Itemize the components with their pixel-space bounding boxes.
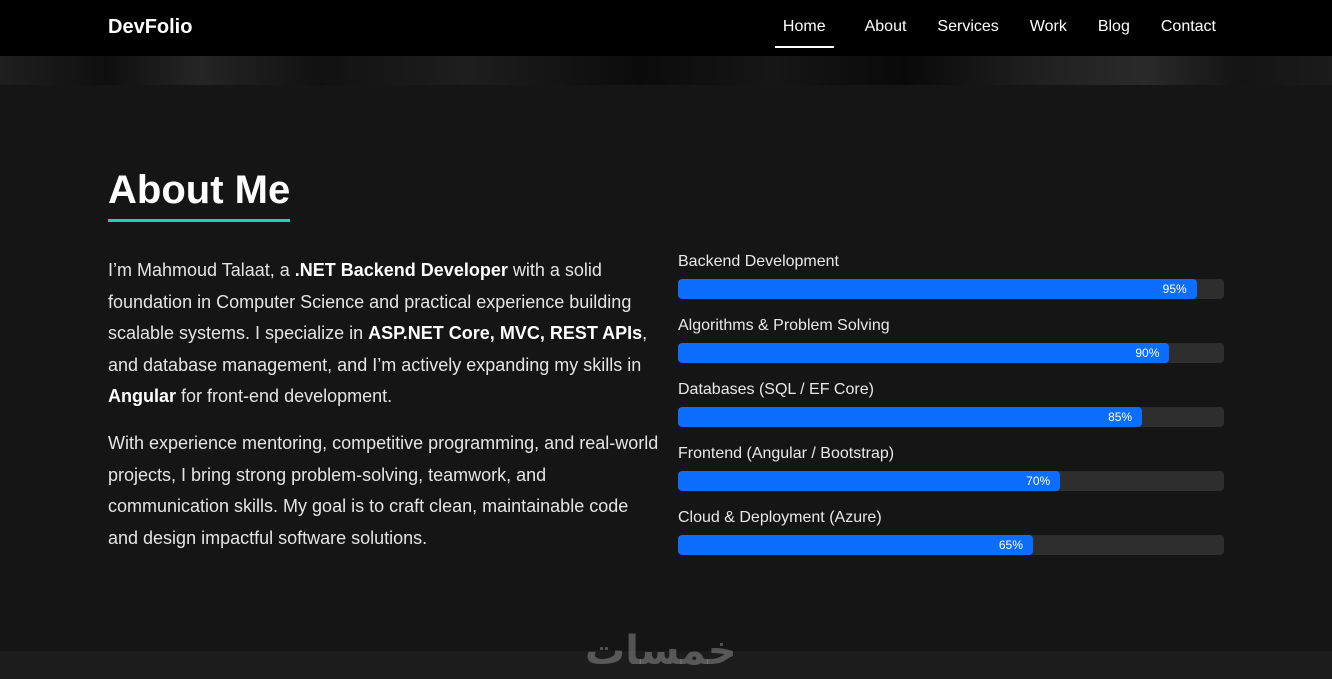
skill-name: Backend Development <box>678 253 839 270</box>
skill-item: Cloud & Deployment (Azure) 65% <box>678 508 1224 572</box>
skill-item: Backend Development 95% <box>678 252 1224 316</box>
nav-links: Home About Services Work Blog Contact <box>744 0 1216 56</box>
progress-track: 65% <box>678 535 1224 555</box>
highlight-angular: Angular <box>108 386 177 407</box>
nav-link-about[interactable]: About <box>865 0 907 48</box>
progress-track: 85% <box>678 407 1224 427</box>
about-text-run: for front-end development. <box>176 386 393 407</box>
nav-link-contact[interactable]: Contact <box>1161 0 1216 48</box>
skill-name: Frontend (Angular / Bootstrap) <box>678 445 895 462</box>
highlight-tech: ASP.NET Core, MVC, REST APIs <box>368 323 643 344</box>
skills-list: Backend Development 95% Algorithms & Pro… <box>678 252 1224 572</box>
progress-track: 70% <box>678 471 1224 491</box>
progress-track: 95% <box>678 279 1224 299</box>
nav-link-blog[interactable]: Blog <box>1098 0 1130 48</box>
skill-item: Databases (SQL / EF Core) 85% <box>678 380 1224 444</box>
skill-name: Algorithms & Problem Solving <box>678 317 890 334</box>
skill-item: Frontend (Angular / Bootstrap) 70% <box>678 444 1224 508</box>
nav-link-services[interactable]: Services <box>937 0 998 48</box>
about-text-run: I’m Mahmoud Talaat, a <box>108 260 295 280</box>
skill-item: Algorithms & Problem Solving 90% <box>678 316 1224 380</box>
progress-fill: 70% <box>678 471 1061 491</box>
progress-track: 90% <box>678 343 1224 363</box>
hero-background-strip <box>0 56 1332 85</box>
progress-fill: 90% <box>678 343 1170 363</box>
nav-link-work[interactable]: Work <box>1030 0 1067 48</box>
watermark-logo: خمسات <box>585 628 737 674</box>
navbar: DevFolio Home About Services Work Blog C… <box>0 0 1332 56</box>
nav-link-home[interactable]: Home <box>774 0 834 48</box>
progress-fill: 85% <box>678 407 1143 427</box>
progress-fill: 65% <box>678 535 1033 555</box>
skill-name: Databases (SQL / EF Core) <box>678 381 874 398</box>
section-title: About Me <box>108 168 291 222</box>
about-paragraph-1: I’m Mahmoud Talaat, a .NET Backend Devel… <box>108 255 663 413</box>
brand-logo[interactable]: DevFolio <box>108 16 192 39</box>
skill-name: Cloud & Deployment (Azure) <box>678 509 882 526</box>
about-paragraph-2: With experience mentoring, competitive p… <box>108 432 659 548</box>
highlight-role: .NET Backend Developer <box>294 260 508 280</box>
about-text: I’m Mahmoud Talaat, a .NET Backend Devel… <box>108 255 663 569</box>
progress-fill: 95% <box>678 279 1197 299</box>
